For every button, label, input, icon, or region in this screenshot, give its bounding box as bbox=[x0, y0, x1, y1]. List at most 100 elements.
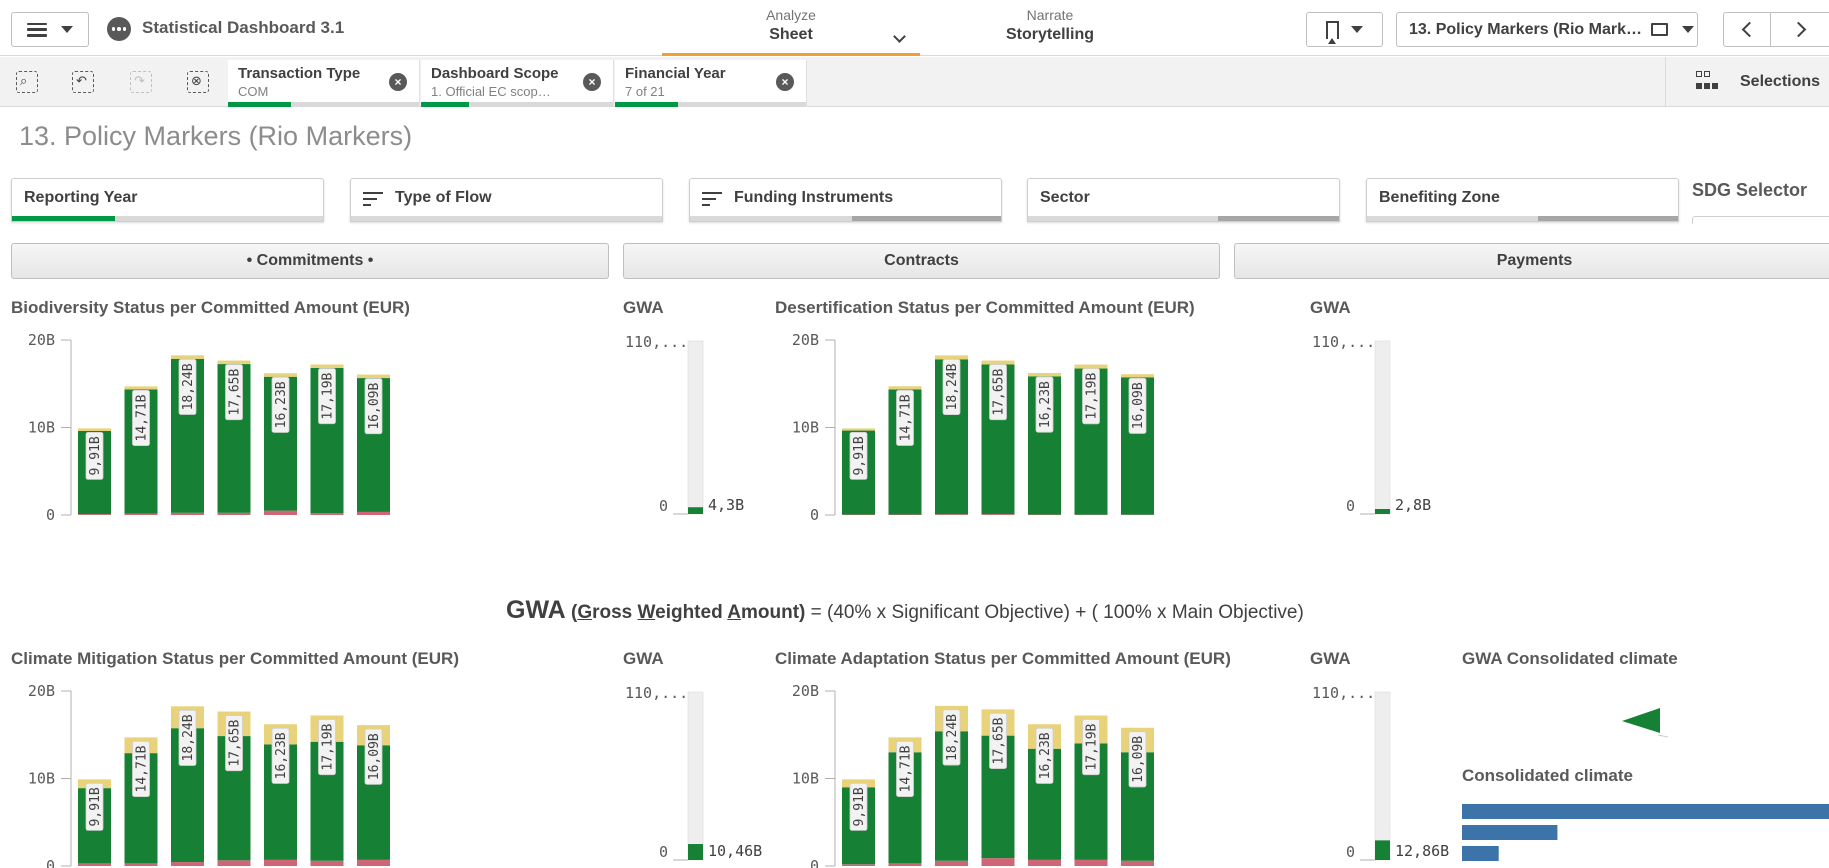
bar-segment bbox=[888, 863, 922, 866]
gwa-formula-ross: ross bbox=[592, 602, 638, 623]
payments-button[interactable]: Payments bbox=[1234, 243, 1829, 279]
gwa-gauge-biodiversity[interactable]: 110,... 0 4,3B bbox=[623, 326, 763, 522]
y-tick-label: 110,... bbox=[1312, 333, 1375, 351]
bar-segment bbox=[842, 428, 875, 431]
biodiversity-chart[interactable]: 20B 10B 0 9,91B 14,71B 18,24B 17,65B 16,23B 17,1… bbox=[11, 326, 391, 522]
y-tick-label: 20B bbox=[28, 682, 55, 700]
gwa-consolidated-gauge[interactable] bbox=[1610, 700, 1670, 740]
bar-segment bbox=[357, 511, 390, 515]
selection-chip-transaction-type[interactable]: Transaction Type COM × bbox=[228, 60, 420, 107]
sheet-selector-label: 13. Policy Markers (Rio Markers) bbox=[1409, 20, 1647, 38]
data-label: 17,65B bbox=[228, 369, 243, 416]
chart-title-biodiversity: Biodiversity Status per Committed Amount… bbox=[11, 298, 410, 317]
chip-title: Financial Year bbox=[625, 65, 726, 82]
y-tick-label: 0 bbox=[46, 506, 55, 522]
climate-mitigation-chart[interactable]: 20B 10B 0 9,91B 14,71B 18,24B 17,65B 16,23B 17,1… bbox=[11, 677, 391, 868]
gauge-value-label: 2,8B bbox=[1395, 496, 1431, 514]
bar-segment bbox=[124, 863, 158, 866]
data-label: 14,71B bbox=[135, 745, 150, 792]
bookmarks-button[interactable] bbox=[1306, 12, 1383, 47]
filter-selection-state bbox=[690, 216, 1001, 221]
smart-search-button[interactable]: ⌕ bbox=[16, 71, 38, 93]
bar-segment bbox=[1121, 374, 1154, 378]
redo-icon: ↷ bbox=[134, 73, 145, 88]
global-menu-button[interactable] bbox=[11, 12, 89, 47]
next-sheet-button[interactable] bbox=[1770, 12, 1829, 47]
gwa-gauge-adaptation[interactable]: 110,... 0 12,86B bbox=[1310, 677, 1450, 868]
gwa-formula-eighted: eighted bbox=[655, 602, 728, 623]
caret-down-icon bbox=[61, 26, 73, 33]
previous-sheet-button[interactable] bbox=[1723, 12, 1771, 47]
contracts-button[interactable]: Contracts bbox=[623, 243, 1220, 279]
bar-segment bbox=[981, 514, 1015, 515]
selections-icon bbox=[1696, 71, 1718, 93]
chip-value: 7 of 21 bbox=[625, 84, 665, 99]
y-tick-label: 10B bbox=[792, 419, 819, 437]
bar-segment bbox=[171, 862, 204, 866]
climate-adaptation-chart[interactable]: 20B 10B 0 9,91B 14,71B 18,24B 17,65B 16,23B 17,1… bbox=[775, 677, 1155, 868]
hbar bbox=[1462, 825, 1558, 840]
close-icon[interactable]: × bbox=[776, 73, 794, 91]
bar-segment bbox=[1028, 859, 1061, 866]
chip-title: Dashboard Scope bbox=[431, 65, 559, 82]
gwa-gauge-mitigation[interactable]: 110,... 0 10,46B bbox=[623, 677, 763, 868]
y-tick-label: 110,... bbox=[625, 684, 688, 702]
tab-analyze-value: Sheet bbox=[769, 26, 813, 43]
bar-segment bbox=[264, 859, 297, 866]
hbar bbox=[1462, 804, 1829, 819]
sheet-selector[interactable]: 13. Policy Markers (Rio Markers) bbox=[1396, 12, 1698, 47]
selection-chip-financial-year[interactable]: Financial Year 7 of 21 × bbox=[615, 60, 807, 107]
tab-narrate[interactable]: Narrate Storytelling bbox=[990, 7, 1110, 44]
data-label: 17,65B bbox=[228, 720, 243, 767]
gwa-formula-w: W bbox=[637, 602, 656, 623]
close-icon[interactable]: × bbox=[583, 73, 601, 91]
data-label: 17,19B bbox=[1085, 373, 1100, 420]
filter-reporting-year[interactable]: Reporting Year bbox=[11, 178, 324, 222]
filter-sector[interactable]: Sector bbox=[1027, 178, 1340, 222]
selection-chip-dashboard-scope[interactable]: Dashboard Scope 1. Official EC scope (..… bbox=[421, 60, 614, 107]
step-back-button[interactable]: ↶ bbox=[72, 71, 94, 93]
bar-segment bbox=[217, 360, 251, 365]
gwa-gauge-desertification[interactable]: 110,... 0 2,8B bbox=[1310, 326, 1450, 522]
selections-tool-button[interactable]: Selections bbox=[1665, 57, 1829, 107]
data-label: 14,71B bbox=[899, 394, 914, 441]
bar-segment bbox=[124, 513, 158, 515]
clear-all-button[interactable]: ⊗ bbox=[187, 71, 209, 93]
desertification-chart[interactable]: 20B 10B 0 9,91B 14,71B 18,24B 17,65B 16,23B 17,1… bbox=[775, 326, 1155, 522]
bar-segment bbox=[842, 864, 875, 866]
filter-benefiting-zone[interactable]: Benefiting Zone bbox=[1366, 178, 1679, 222]
bar-segment bbox=[310, 364, 344, 368]
y-tick-label: 0 bbox=[46, 857, 55, 868]
step-forward-button[interactable]: ↷ bbox=[130, 71, 152, 93]
gauge-needle bbox=[1622, 708, 1660, 733]
gauge-track bbox=[687, 691, 704, 861]
bar-segment bbox=[888, 514, 922, 515]
y-tick-label: 0 bbox=[810, 857, 819, 868]
undo-icon: ↶ bbox=[76, 73, 87, 88]
data-label: 16,09B bbox=[1131, 736, 1146, 783]
filter-type-of-flow[interactable]: Type of Flow bbox=[350, 178, 663, 222]
y-tick-label: 0 bbox=[1346, 497, 1355, 515]
close-icon[interactable]: × bbox=[389, 73, 407, 91]
bar-segment bbox=[981, 858, 1015, 866]
gauge-mark bbox=[1657, 734, 1669, 738]
sdg-selector-box[interactable] bbox=[1692, 216, 1829, 224]
y-tick-label: 0 bbox=[659, 497, 668, 515]
chart-title-gwa: GWA bbox=[623, 298, 664, 317]
tab-analyze[interactable]: Analyze Sheet bbox=[662, 7, 920, 56]
filter-label: Benefiting Zone bbox=[1379, 189, 1500, 206]
filter-selection-state bbox=[351, 216, 662, 221]
gwa-formula-g: G bbox=[577, 602, 593, 623]
chip-value: 1. Official EC scope (... bbox=[431, 84, 556, 99]
consolidated-climate-chart[interactable] bbox=[1462, 800, 1829, 868]
filter-funding-instruments[interactable]: Funding Instruments bbox=[689, 178, 1002, 222]
data-label: 17,65B bbox=[992, 369, 1007, 416]
bar-segment bbox=[357, 859, 390, 866]
chevron-right-icon bbox=[1790, 21, 1806, 38]
commitments-button[interactable]: • Commitments • bbox=[11, 243, 609, 279]
filter-selection-state bbox=[1367, 216, 1678, 221]
filter-selection-state bbox=[1028, 216, 1339, 221]
data-label: 18,24B bbox=[945, 714, 960, 761]
app-options-icon[interactable] bbox=[107, 17, 131, 41]
gauge-fill bbox=[688, 844, 703, 860]
